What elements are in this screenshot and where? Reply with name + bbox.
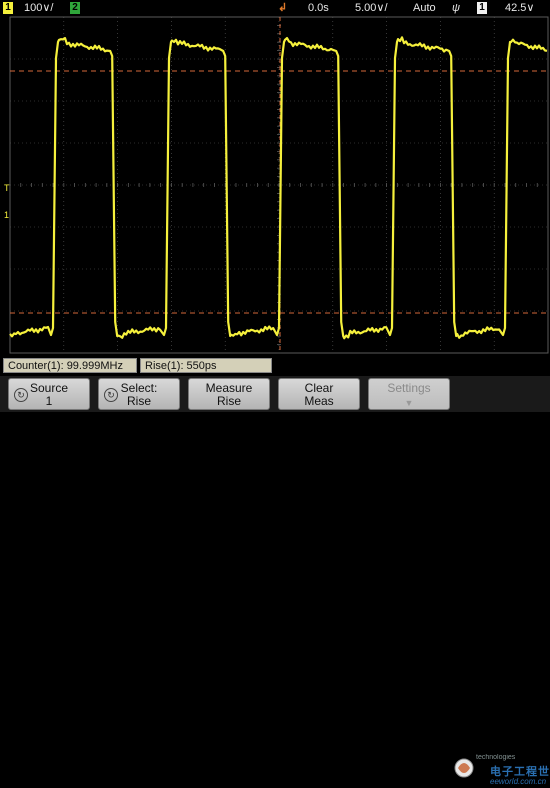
waveform-display: T 1	[4, 16, 549, 354]
trigger-level-marker: T	[4, 183, 10, 193]
graticule: T 1	[0, 16, 550, 356]
measure-softkey-label: Measure	[205, 381, 253, 395]
measure-rise-softkey[interactable]: Measure Rise	[188, 378, 270, 410]
trigger-level: 42.5∨	[505, 2, 535, 14]
watermark-brand-text: technologies	[476, 754, 516, 761]
channel-2-indicator[interactable]: 2	[70, 2, 80, 14]
softkey-bar: ↻ Source 1 ↻ Select: Rise Measure Rise C…	[0, 376, 550, 786]
time-delay: 0.0s	[308, 2, 329, 14]
measure-softkey-value: Rise	[216, 394, 241, 408]
select-softkey-label: Select:	[120, 381, 158, 395]
trigger-slope-icon: ψ	[452, 2, 461, 14]
measurement-bar: Counter(1): 99.999MHz Rise(1): 550ps	[0, 356, 550, 376]
source-softkey[interactable]: ↻ Source 1	[8, 378, 90, 410]
trigger-source-indicator: 1	[477, 2, 487, 14]
trigger-mode: Auto	[413, 2, 436, 14]
clear-softkey-value: Meas	[304, 394, 334, 408]
channel-1-scale: 100∨/	[24, 2, 54, 14]
clear-meas-softkey[interactable]: Clear Meas	[278, 378, 360, 410]
oscilloscope-screen: 1 100∨/ 2 ↲ 0.0s 5.00∨/ Auto ψ 1 42.5∨ T…	[0, 0, 550, 786]
trigger-position-icon: ↲	[278, 2, 288, 14]
status-bar: 1 100∨/ 2 ↲ 0.0s 5.00∨/ Auto ψ 1 42.5∨	[0, 0, 550, 16]
watermark: technologies 电子工程世界 eeworld.com.cn	[452, 752, 550, 788]
settings-softkey-label: Settings	[387, 381, 431, 395]
select-softkey[interactable]: ↻ Select: Rise	[98, 378, 180, 410]
clear-softkey-label: Clear	[304, 381, 334, 395]
time-scale: 5.00∨/	[355, 2, 388, 14]
down-arrow-icon: ▼	[404, 398, 414, 408]
rotary-knob-icon: ↻	[14, 388, 28, 402]
counter-measurement: Counter(1): 99.999MHz	[3, 358, 137, 373]
rotary-knob-icon: ↻	[104, 388, 118, 402]
source-softkey-label: Source	[29, 381, 69, 395]
rise-measurement: Rise(1): 550ps	[140, 358, 272, 373]
channel-1-indicator[interactable]: 1	[3, 2, 13, 14]
watermark-url: eeworld.com.cn	[490, 777, 547, 786]
channel-1-ground-marker: 1	[4, 210, 9, 220]
settings-softkey[interactable]: Settings ▼	[368, 378, 450, 410]
